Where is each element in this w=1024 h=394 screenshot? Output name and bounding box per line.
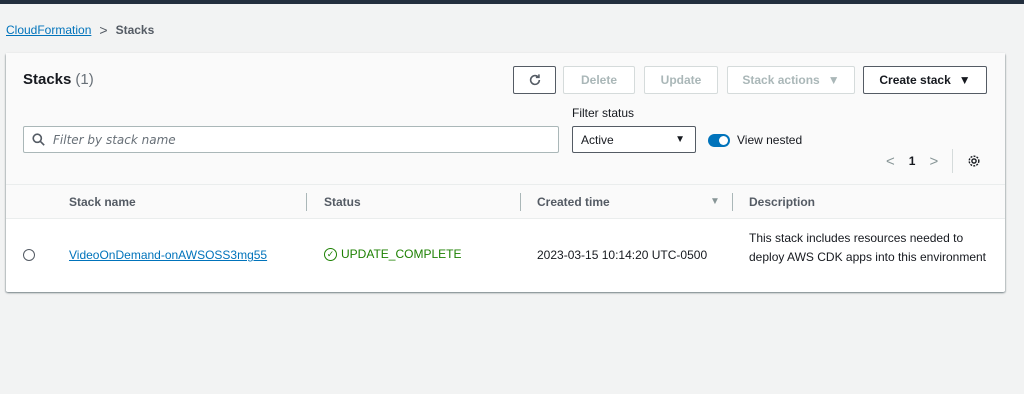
column-header-description[interactable]: Description (749, 195, 815, 209)
next-page-icon[interactable]: > (929, 153, 938, 170)
stacks-header: Stacks (1) Delete Update Stack actions ▼ … (6, 53, 1005, 185)
current-page[interactable]: 1 (909, 154, 916, 168)
table-header: Stack name Status Created time ▼ Descrip… (6, 185, 1005, 219)
sort-descending-icon[interactable]: ▼ (710, 196, 720, 207)
column-header-stack-name[interactable]: Stack name (69, 195, 136, 209)
stacks-panel: Stacks (1) Delete Update Stack actions ▼ … (6, 53, 1005, 292)
stack-actions-label: Stack actions (742, 73, 820, 87)
stack-description: This stack includes resources needed to … (749, 231, 987, 264)
update-button[interactable]: Update (644, 66, 718, 94)
view-nested-toggle-group: View nested (708, 133, 802, 147)
stack-name-link[interactable]: VideoOnDemand-onAWSOSS3mg55 (69, 248, 267, 262)
view-nested-toggle[interactable] (708, 133, 730, 147)
refresh-button[interactable] (513, 66, 556, 94)
create-stack-button[interactable]: Create stack ▼ (863, 66, 987, 94)
stack-count: (1) (75, 71, 94, 88)
create-stack-label: Create stack (879, 73, 951, 87)
refresh-icon (529, 74, 540, 86)
column-header-created-time[interactable]: Created time (537, 195, 610, 209)
status-badge: ✓ UPDATE_COMPLETE (324, 247, 461, 261)
breadcrumb: CloudFormation > Stacks (6, 22, 154, 38)
caret-down-icon: ▼ (827, 73, 840, 87)
top-navigation-bar (0, 0, 1024, 4)
pagination-divider (952, 149, 954, 173)
table-row: VideoOnDemand-onAWSOSS3mg55 ✓ UPDATE_COM… (6, 219, 1005, 291)
previous-page-icon[interactable]: < (886, 153, 895, 170)
delete-button[interactable]: Delete (563, 66, 635, 94)
breadcrumb-cloudformation-link[interactable]: CloudFormation (6, 23, 91, 37)
page-title: Stacks (1) (23, 71, 94, 88)
search-icon (32, 133, 45, 146)
column-divider[interactable] (306, 193, 307, 211)
pagination: < 1 > (886, 149, 981, 173)
status-text: UPDATE_COMPLETE (341, 247, 462, 261)
search-input[interactable] (53, 132, 533, 147)
breadcrumb-current: Stacks (115, 23, 155, 37)
search-field[interactable] (23, 126, 559, 153)
page-title-text: Stacks (23, 71, 72, 88)
stack-actions-button[interactable]: Stack actions ▼ (727, 66, 855, 94)
row-select-radio[interactable] (23, 249, 35, 261)
created-time: 2023-03-15 10:14:20 UTC-0500 (537, 248, 708, 262)
column-divider[interactable] (520, 193, 521, 211)
filter-status-select[interactable]: Active ▼ (572, 126, 696, 153)
gear-icon[interactable] (967, 154, 981, 168)
view-nested-label: View nested (737, 133, 803, 147)
filter-status-value: Active (581, 132, 614, 147)
caret-down-icon: ▼ (675, 134, 685, 145)
caret-down-icon: ▼ (958, 73, 971, 87)
column-divider[interactable] (732, 193, 733, 211)
chevron-right-icon: > (99, 22, 108, 38)
check-circle-icon: ✓ (324, 247, 337, 261)
filter-status-label: Filter status (572, 106, 635, 120)
column-header-status[interactable]: Status (324, 195, 361, 209)
